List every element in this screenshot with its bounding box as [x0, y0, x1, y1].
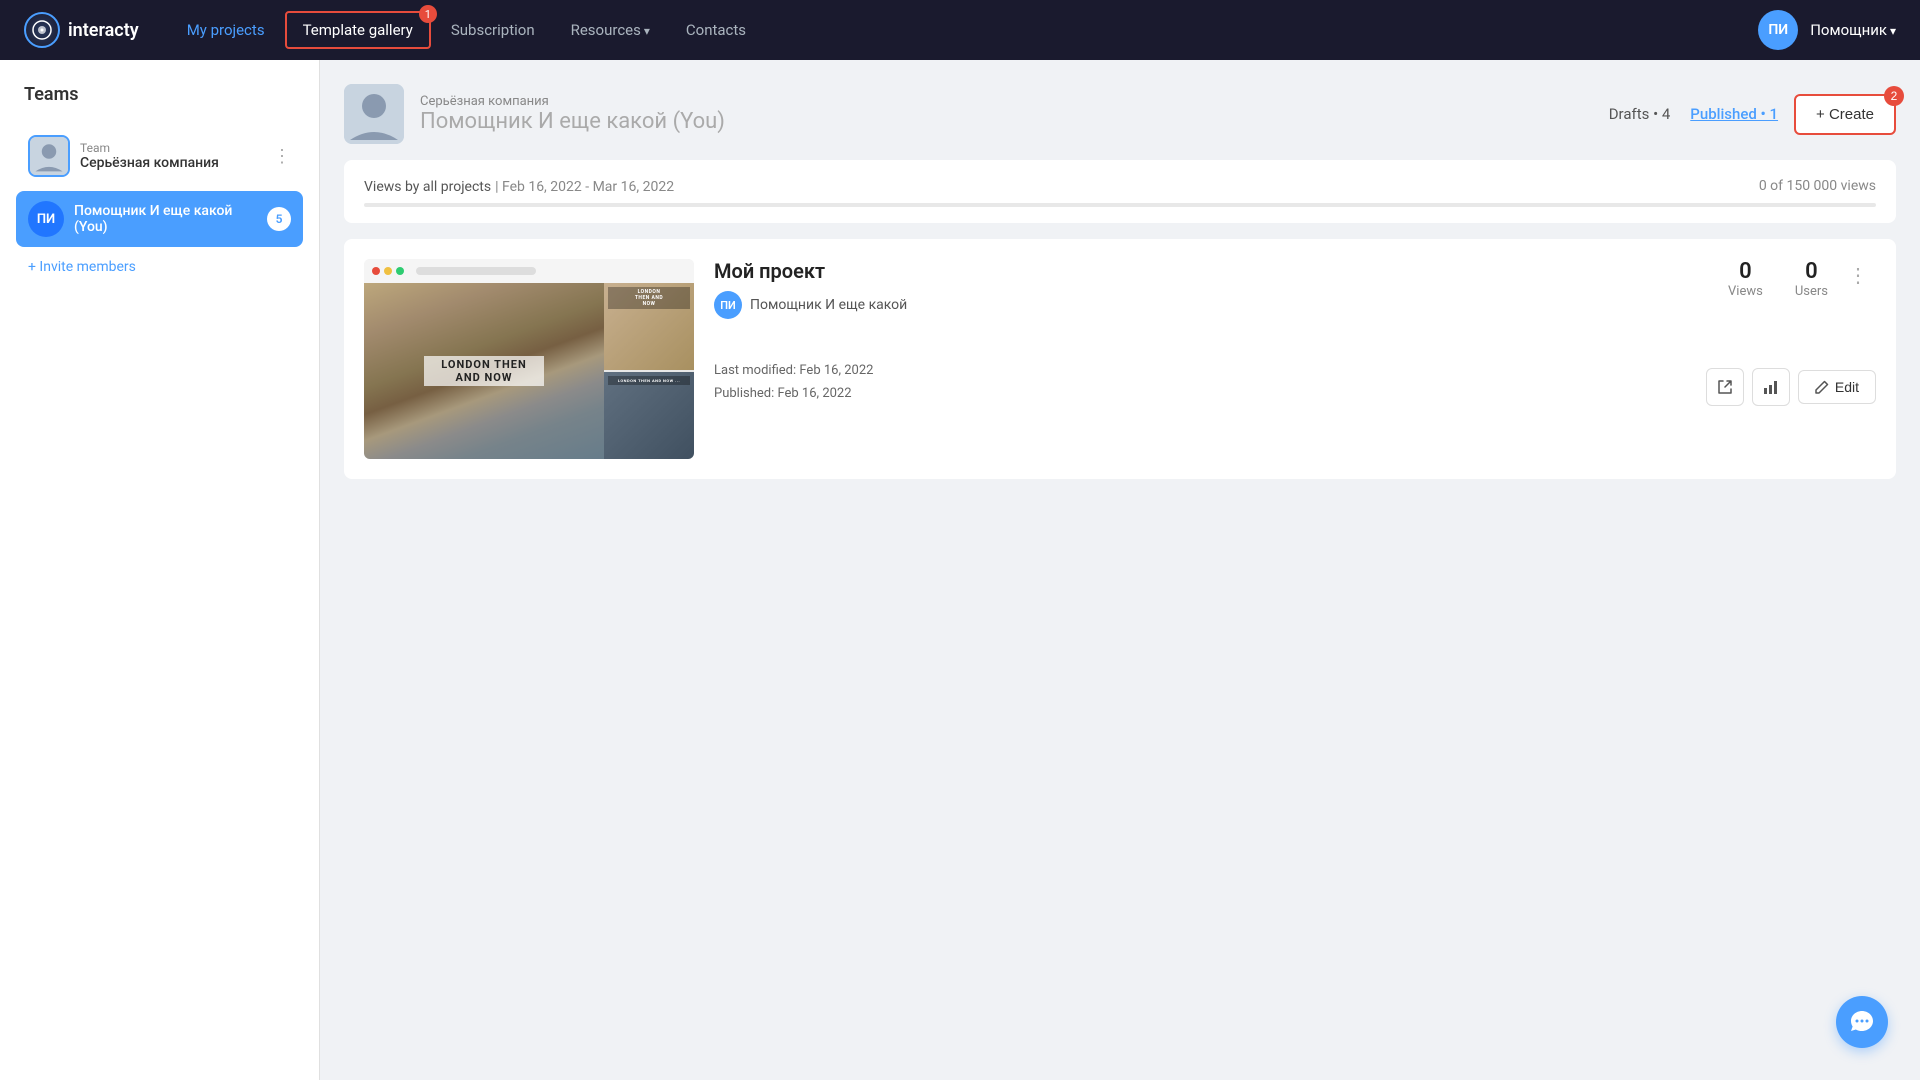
- user-team-name: Помощник И еще какой (You): [74, 203, 257, 235]
- published-stat[interactable]: Published • 1: [1690, 105, 1778, 123]
- navbar: interacty My projects Template gallery 1…: [0, 0, 1920, 60]
- nav-template-gallery[interactable]: Template gallery 1: [285, 11, 431, 49]
- project-company: Серьёзная компания: [420, 94, 1593, 109]
- create-badge: 2: [1884, 86, 1904, 106]
- views-label: Views by all projects: [364, 179, 491, 195]
- views-bar-inner: Views by all projects | Feb 16, 2022 - M…: [364, 176, 1876, 207]
- metric-views: 0 Views: [1728, 259, 1763, 299]
- preview-header: [364, 259, 694, 283]
- content-area: Серьёзная компания Помощник И еще какой …: [320, 60, 1920, 1080]
- sidebar: Teams Team Серьёзная компания ⋮ ПИ Помощ…: [0, 60, 320, 1080]
- template-gallery-badge: 1: [419, 5, 437, 23]
- metric-views-label: Views: [1728, 284, 1763, 299]
- last-modified: Last modified: Feb 16, 2022: [714, 359, 873, 382]
- nav-my-projects[interactable]: My projects: [171, 13, 281, 47]
- project-user-heading: Помощник И еще какой (You): [420, 109, 1593, 134]
- project-dates: Last modified: Feb 16, 2022 Published: F…: [714, 359, 873, 406]
- project-company-thumb: [344, 84, 404, 144]
- views-bar-text: Views by all projects | Feb 16, 2022 - M…: [364, 176, 674, 195]
- analytics-button[interactable]: [1752, 368, 1790, 406]
- external-link-button[interactable]: [1706, 368, 1744, 406]
- nav-links: My projects Template gallery 1 Subscript…: [171, 11, 1759, 49]
- sidebar-item-user-team[interactable]: ПИ Помощник И еще какой (You) 5: [16, 191, 303, 247]
- logo-icon: [24, 12, 60, 48]
- preview-dot-green: [396, 267, 404, 275]
- project-header-info: Серьёзная компания Помощник И еще какой …: [420, 94, 1593, 134]
- project-preview: London Then and Now LondonThen andNow Lo…: [364, 259, 694, 459]
- team-label: Team: [80, 141, 263, 155]
- preview-content: London Then and Now LondonThen andNow Lo…: [364, 283, 694, 459]
- views-progress-bar-container: [364, 203, 1876, 207]
- project-metrics: 0 Views 0 Users: [1728, 259, 1828, 299]
- user-name-dropdown[interactable]: Помощник: [1810, 21, 1896, 39]
- navbar-right: ПИ Помощник: [1758, 10, 1896, 50]
- invite-members-button[interactable]: + Invite members: [16, 251, 303, 283]
- chat-fab-button[interactable]: [1836, 996, 1888, 1048]
- owner-name: Помощник И еще какой: [750, 297, 907, 313]
- project-name: Мой проект: [714, 259, 1716, 283]
- edit-label: Edit: [1835, 379, 1859, 395]
- preview-side-card-2: London Then and Now ...: [604, 372, 694, 459]
- views-date: | Feb 16, 2022 - Mar 16, 2022: [495, 179, 674, 195]
- published-date: Published: Feb 16, 2022: [714, 382, 873, 405]
- project-card: London Then and Now LondonThen andNow Lo…: [344, 239, 1896, 479]
- preview-title: London Then and Now: [424, 356, 544, 386]
- drafts-stat: Drafts • 4: [1609, 105, 1671, 123]
- main-layout: Teams Team Серьёзная компания ⋮ ПИ Помощ…: [0, 60, 1920, 1080]
- views-bar: Views by all projects | Feb 16, 2022 - M…: [344, 160, 1896, 223]
- preview-side-title-1: LondonThen andNow: [608, 287, 690, 309]
- logo-text: interacty: [68, 20, 139, 41]
- card-dots-icon[interactable]: ⋮: [1840, 259, 1876, 291]
- logo[interactable]: interacty: [24, 12, 139, 48]
- metric-users-label: Users: [1795, 284, 1828, 299]
- user-avatar: ПИ: [1758, 10, 1798, 50]
- team-info: Team Серьёзная компания: [80, 141, 263, 171]
- team-avatar: [28, 135, 70, 177]
- views-count: 0 of 150 000 views: [1759, 178, 1876, 194]
- preview-dot-red: [372, 267, 380, 275]
- preview-main-image: London Then and Now: [364, 283, 604, 459]
- user-team-avatar: ПИ: [28, 201, 64, 237]
- create-button[interactable]: + Create 2: [1794, 94, 1896, 135]
- owner-avatar: ПИ: [714, 291, 742, 319]
- metric-users-value: 0: [1795, 259, 1828, 284]
- team-name: Серьёзная компания: [80, 155, 263, 171]
- nav-contacts[interactable]: Contacts: [670, 13, 762, 47]
- metric-views-value: 0: [1728, 259, 1763, 284]
- project-actions: Edit: [1706, 368, 1876, 406]
- metric-users: 0 Users: [1795, 259, 1828, 299]
- user-team-count: 5: [267, 207, 291, 231]
- team-dots-icon[interactable]: ⋮: [273, 146, 291, 167]
- preview-side-panels: LondonThen andNow London Then and Now ..…: [604, 283, 694, 459]
- edit-button[interactable]: Edit: [1798, 370, 1876, 404]
- invite-members-label: + Invite members: [28, 259, 136, 275]
- preview-url-bar: [416, 267, 536, 275]
- project-owner: ПИ Помощник И еще какой: [714, 291, 1716, 319]
- project-stats: Drafts • 4 Published • 1: [1609, 105, 1778, 123]
- preview-side-title-2: London Then and Now ...: [608, 376, 690, 385]
- nav-resources[interactable]: Resources: [555, 13, 666, 47]
- preview-dot-yellow: [384, 267, 392, 275]
- project-header: Серьёзная компания Помощник И еще какой …: [344, 84, 1896, 144]
- preview-side-card-1: LondonThen andNow: [604, 283, 694, 370]
- nav-subscription[interactable]: Subscription: [435, 13, 551, 47]
- sidebar-title: Teams: [16, 84, 303, 105]
- sidebar-item-team[interactable]: Team Серьёзная компания ⋮: [16, 125, 303, 187]
